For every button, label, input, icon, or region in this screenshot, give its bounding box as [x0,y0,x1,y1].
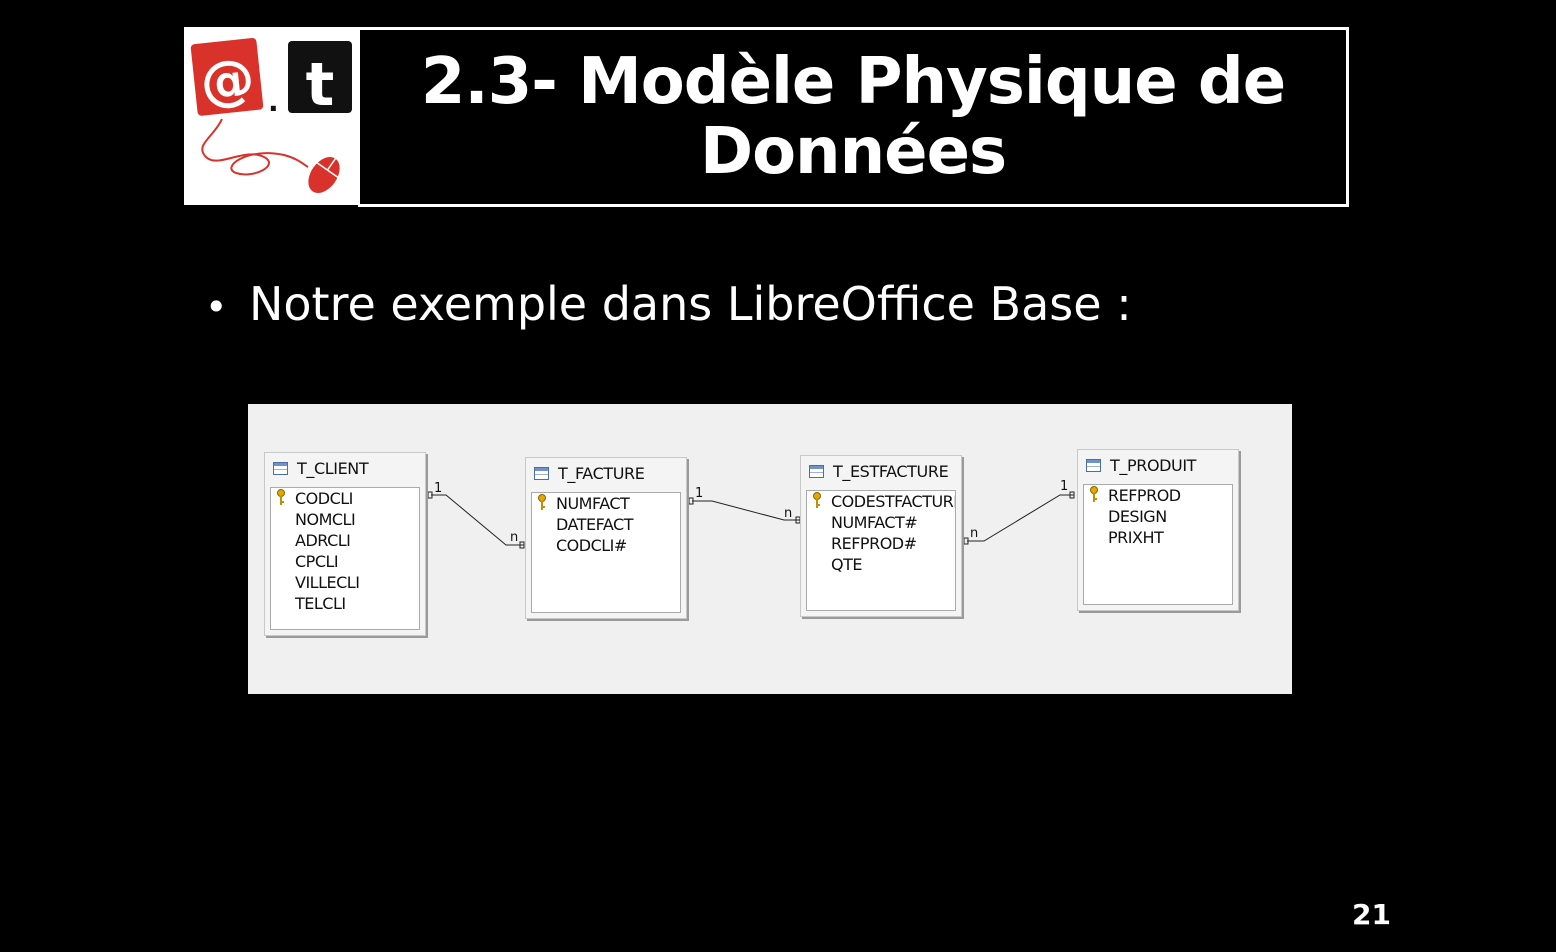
mouse-icon [308,156,340,194]
table-icon [534,466,549,480]
table-icon [273,461,288,475]
table-fields: NUMFACT DATEFACT CODCLI# [531,492,681,613]
table-t-produit[interactable]: T_PRODUIT REFPROD DESIGN PRIXHT [1077,449,1239,611]
title-box: 2.3- Modèle Physique de Données [358,27,1349,207]
field-villecli: VILLECLI [295,573,360,592]
table-fields: CODESTFACTURE NUMFACT# REFPROD# QTE [806,490,956,611]
slide-title: 2.3- Modèle Physique de Données [420,45,1286,189]
table-name: T_CLIENT [297,458,369,478]
field-refprod-fk: REFPROD# [831,534,917,553]
field-cpcli: CPCLI [295,552,339,571]
card-label: 1 [434,481,442,496]
table-name: T_PRODUIT [1110,455,1197,475]
field-nomcli: NOMCLI [295,510,356,529]
logo-at: @ [197,46,257,114]
bullet-text: Notre exemple dans LibreOffice Base : [249,277,1132,331]
field-datefact: DATEFACT [556,515,633,534]
relation-facture-estfacture: 1 n [688,486,801,524]
key-icon [538,494,546,510]
table-fields: CODCLI NOMCLI ADRCLI CPCLI VILLECLI TELC… [270,487,420,630]
slide-header: @ . t 2.3- Modèle Physique de Données [184,27,1349,207]
card-label: n [784,506,792,521]
table-t-facture[interactable]: T_FACTURE NUMFACT DATEFACT CODCLI# [525,457,687,619]
page-number: 21 [1352,898,1391,931]
card-label: 1 [695,486,703,501]
table-fields: REFPROD DESIGN PRIXHT [1083,484,1233,605]
table-header: T_FACTURE [526,458,686,488]
table-header: T_PRODUIT [1078,450,1238,480]
field-codestfacture: CODESTFACTURE [831,492,956,511]
table-icon [809,464,824,478]
field-design: DESIGN [1108,507,1167,526]
table-t-estfacture[interactable]: T_ESTFACTURE CODESTFACTURE NUMFACT# REFP… [800,455,962,617]
key-icon [1090,486,1098,502]
field-numfact: NUMFACT [556,494,630,513]
relation-client-facture: 1 n [427,481,525,549]
relation-diagram: 1 n 1 n n 1 T_CLIENT CODCLI NOMCLI ADRCL… [248,404,1292,694]
field-refprod: REFPROD [1108,486,1181,505]
logo-dot: . [268,85,279,118]
bullet-item: • Notre exemple dans LibreOffice Base : [205,274,1132,337]
logo: @ . t [184,27,358,205]
key-icon [277,489,285,505]
field-adrcli: ADRCLI [295,531,351,550]
key-icon [813,492,821,508]
card-label: n [510,530,518,545]
logo-t: t [306,50,335,120]
relation-estfacture-produit: n 1 [963,479,1075,545]
field-numfact-fk: NUMFACT# [831,513,918,532]
table-header: T_ESTFACTURE [801,456,961,486]
table-name: T_FACTURE [558,463,645,483]
field-telcli: TELCLI [295,594,346,613]
field-codcli: CODCLI [295,489,353,508]
field-qte: QTE [831,555,862,574]
field-prixht: PRIXHT [1108,528,1164,547]
table-icon [1086,458,1101,472]
card-label: 1 [1060,479,1068,494]
bullet-dot-icon: • [205,285,228,329]
logo-graphic: @ . t [190,38,352,194]
table-header: T_CLIENT [265,453,425,483]
table-t-client[interactable]: T_CLIENT CODCLI NOMCLI ADRCLI CPCLI VILL… [264,452,426,636]
table-name: T_ESTFACTURE [833,461,949,481]
card-label: n [970,526,978,541]
field-codcli-fk: CODCLI# [556,536,627,555]
